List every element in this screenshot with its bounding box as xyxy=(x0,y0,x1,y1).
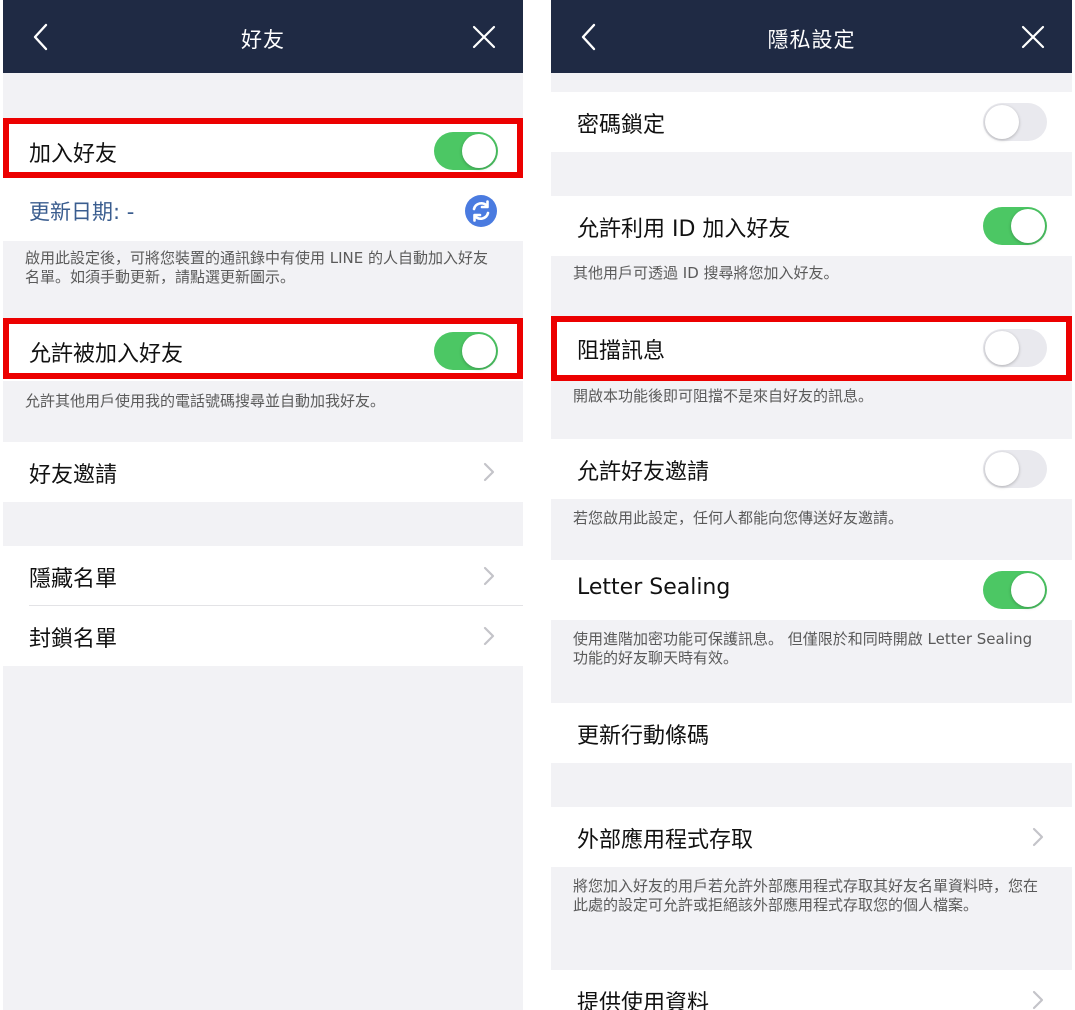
allow-id-row: 允許利用 ID 加入好友 xyxy=(551,196,1072,256)
allow-invites-description: 若您啟用此設定，任何人都能向您傳送好友邀請。 xyxy=(573,509,904,527)
letter-sealing-row: Letter Sealing xyxy=(551,560,1072,620)
toggle-knob xyxy=(1011,209,1045,243)
allow-id-label: 允許利用 ID 加入好友 xyxy=(577,217,791,242)
toggle-knob xyxy=(985,105,1019,139)
allow-id-toggle[interactable] xyxy=(983,207,1047,245)
allow-invites-label: 允許好友邀請 xyxy=(577,460,710,485)
highlight-box-block-messages xyxy=(551,316,1072,381)
friend-invitations-row[interactable]: 好友邀請 xyxy=(3,442,523,502)
passcode-lock-toggle[interactable] xyxy=(983,103,1047,141)
add-friends-description: 啟用此設定後，可將您裝置的通訊錄中有使用 LINE 的人自動加入好友名單。如須手… xyxy=(25,249,489,286)
letter-sealing-description: 使用進階加密功能可保護訊息。 但僅限於和同時開啟 Letter Sealing … xyxy=(573,630,1033,667)
allow-invites-toggle[interactable] xyxy=(983,450,1047,488)
navbar: 隱私設定 xyxy=(551,0,1072,73)
hidden-list-row[interactable]: 隱藏名單 xyxy=(3,546,523,606)
highlight-box-add-friends xyxy=(3,118,523,178)
passcode-lock-label: 密碼鎖定 xyxy=(577,113,666,138)
external-apps-description: 將您加入好友的用戶若允許外部應用程式存取其好友名單資料時，您在此處的設定可允許或… xyxy=(573,877,1039,914)
highlight-box-allow-added xyxy=(3,318,523,379)
chevron-right-icon xyxy=(483,566,495,586)
friends-settings-panel: 好友 加入好友 更新日期: - 啟用此設定後，可將您裝置的通訊錄中有使用 LIN… xyxy=(3,0,523,1010)
page-title: 好友 xyxy=(241,28,285,52)
letter-sealing-label: Letter Sealing xyxy=(577,575,731,600)
external-apps-row[interactable]: 外部應用程式存取 xyxy=(551,807,1072,867)
provide-data-row[interactable]: 提供使用資料 xyxy=(551,970,1072,1010)
update-qr-row[interactable]: 更新行動條碼 xyxy=(551,703,1072,763)
blocked-list-label: 封鎖名單 xyxy=(29,627,118,652)
allow-id-description: 其他用戶可透過 ID 搜尋將您加入好友。 xyxy=(573,264,839,282)
blocked-list-row[interactable]: 封鎖名單 xyxy=(3,606,523,666)
toggle-knob xyxy=(985,452,1019,486)
allow-added-description: 允許其他用戶使用我的電話號碼搜尋並自動加我好友。 xyxy=(25,392,386,410)
chevron-right-icon xyxy=(483,462,495,482)
chevron-right-icon xyxy=(483,626,495,646)
external-apps-label: 外部應用程式存取 xyxy=(577,828,754,853)
block-messages-description: 開啟本功能後即可阻擋不是來自好友的訊息。 xyxy=(573,387,874,405)
chevron-right-icon xyxy=(1032,827,1044,847)
chevron-right-icon xyxy=(1032,990,1044,1010)
allow-invites-row: 允許好友邀請 xyxy=(551,439,1072,499)
close-icon[interactable] xyxy=(1020,24,1046,50)
friend-invitations-label: 好友邀請 xyxy=(29,463,118,488)
refresh-icon[interactable] xyxy=(465,195,497,227)
privacy-settings-panel: 隱私設定 密碼鎖定 允許利用 ID 加入好友 其他用戶可透過 ID 搜尋將您加入… xyxy=(551,0,1072,1010)
page-title: 隱私設定 xyxy=(767,28,856,52)
letter-sealing-toggle[interactable] xyxy=(983,571,1047,609)
navbar: 好友 xyxy=(3,0,523,73)
update-date-label: 更新日期: - xyxy=(29,200,135,224)
hidden-list-label: 隱藏名單 xyxy=(29,567,118,592)
passcode-lock-row: 密碼鎖定 xyxy=(551,92,1072,152)
update-qr-label: 更新行動條碼 xyxy=(577,724,710,749)
close-icon[interactable] xyxy=(471,24,497,50)
update-date-row: 更新日期: - xyxy=(3,181,523,241)
provide-data-label: 提供使用資料 xyxy=(577,991,710,1010)
toggle-knob xyxy=(1011,573,1045,607)
